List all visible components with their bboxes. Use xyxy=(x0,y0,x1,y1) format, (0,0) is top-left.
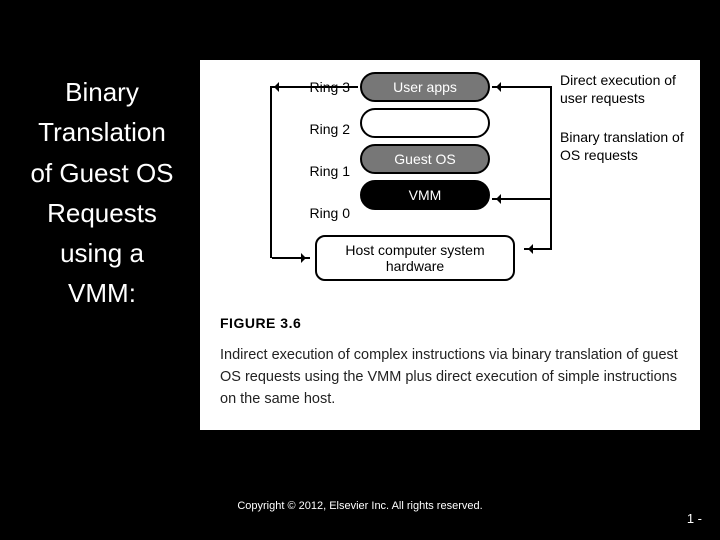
connector-line xyxy=(270,86,272,258)
slide-title: Binary Translation of Guest OS Requests … xyxy=(12,72,192,314)
connector-line xyxy=(550,86,552,250)
ring-boxes: User apps Guest OS VMM xyxy=(360,72,490,210)
title-line: of Guest OS xyxy=(12,153,192,193)
arrow-icon xyxy=(272,257,310,259)
figure-panel: Ring 3 Ring 2 Ring 1 Ring 0 User apps Gu… xyxy=(200,60,700,430)
title-line: Translation xyxy=(12,112,192,152)
title-line: Requests xyxy=(12,193,192,233)
ring-box-user-apps: User apps xyxy=(360,72,490,102)
diagram: Ring 3 Ring 2 Ring 1 Ring 0 User apps Gu… xyxy=(200,60,700,310)
slide: Binary Translation of Guest OS Requests … xyxy=(0,0,720,540)
arrow-icon xyxy=(492,198,550,200)
host-hardware-box: Host computer system hardware xyxy=(315,235,515,281)
copyright-text: Copyright © 2012, Elsevier Inc. All righ… xyxy=(0,500,720,512)
ring-label: Ring 3 xyxy=(295,72,350,108)
annotation-binary-translation: Binary translation of OS requests xyxy=(560,129,690,164)
ring-label: Ring 0 xyxy=(295,198,350,234)
figure-caption: Indirect execution of complex instructio… xyxy=(220,345,690,410)
title-line: using a xyxy=(12,233,192,273)
page-number: 1 - xyxy=(687,511,702,526)
arrow-icon xyxy=(492,86,550,88)
ring-label: Ring 2 xyxy=(295,114,350,150)
figure-label: FIGURE 3.6 xyxy=(220,315,301,331)
annotations: Direct execution of user requests Binary… xyxy=(560,72,690,164)
arrow-icon xyxy=(270,86,358,88)
annotation-direct-execution: Direct execution of user requests xyxy=(560,72,690,107)
ring-label: Ring 1 xyxy=(295,156,350,192)
ring-box-vmm: VMM xyxy=(360,180,490,210)
title-line: Binary xyxy=(12,72,192,112)
ring-box-empty xyxy=(360,108,490,138)
ring-box-guest-os: Guest OS xyxy=(360,144,490,174)
title-line: VMM: xyxy=(12,273,192,313)
ring-labels: Ring 3 Ring 2 Ring 1 Ring 0 xyxy=(295,72,350,240)
arrow-icon xyxy=(524,248,552,250)
